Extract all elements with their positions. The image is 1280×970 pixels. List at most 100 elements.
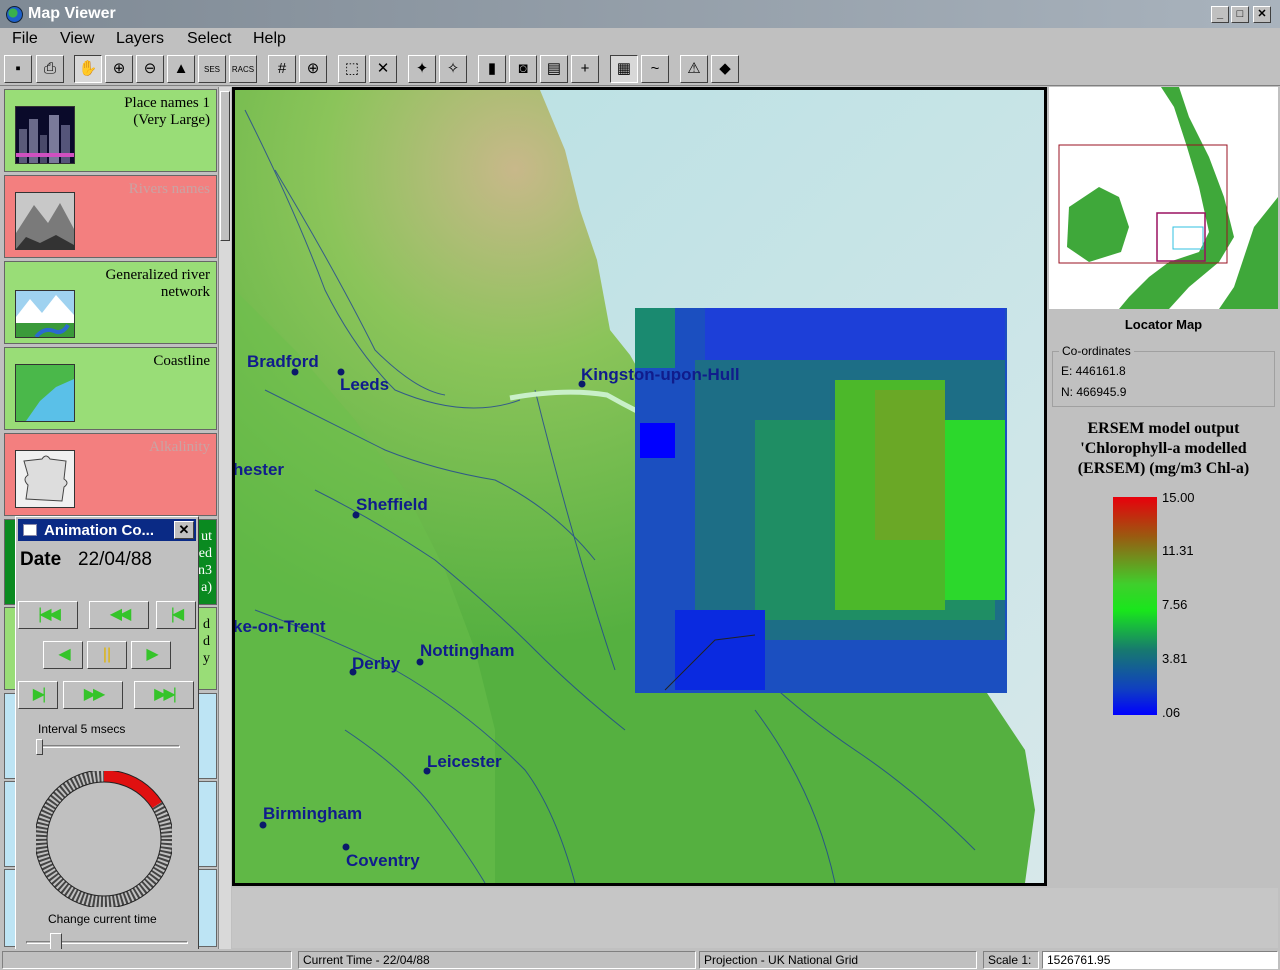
- map-canvas[interactable]: Bradford Leeds Kingston-upon-Hull hester…: [235, 90, 1044, 883]
- layer-label: ut ed n3 a): [198, 529, 212, 595]
- legend-title-line-1: ERSEM model output: [1087, 420, 1240, 437]
- layer-scrollbar[interactable]: [218, 87, 231, 949]
- menu-select[interactable]: Select: [187, 30, 231, 48]
- animation-control-window: Animation Co... ✕ Date 22/04/88 |◀◀ ◀◀ |…: [15, 516, 199, 964]
- coast-thumb: [15, 364, 75, 422]
- status-panel-empty: [2, 951, 292, 969]
- fit-view-icon[interactable]: ▲: [167, 55, 195, 83]
- locator-canvas: [1049, 87, 1278, 309]
- place-label: Derby: [352, 654, 401, 673]
- layer-coastline[interactable]: Coastline: [4, 347, 217, 430]
- status-bar: Current Time - 22/04/88 Projection - UK …: [0, 949, 1280, 970]
- step-back-button[interactable]: |◀: [156, 601, 196, 629]
- layer-label: d d y: [203, 617, 210, 666]
- warning-icon[interactable]: ⚠: [680, 55, 708, 83]
- legend-title-line-2: 'Chlorophyll-a modelled: [1080, 440, 1247, 457]
- rewind-button[interactable]: ◀◀: [89, 601, 149, 629]
- place-label: Leicester: [427, 752, 502, 771]
- legend-title: ERSEM model output 'Chlorophyll-a modell…: [1049, 419, 1278, 479]
- layer-label: Place names 1 (Very Large): [124, 95, 210, 128]
- play-button[interactable]: ▶: [131, 641, 171, 669]
- place-label: Kingston-upon-Hull: [581, 365, 740, 384]
- print-icon[interactable]: ⎙: [36, 55, 64, 83]
- menu-help[interactable]: Help: [253, 30, 286, 48]
- ses-icon[interactable]: SES: [198, 55, 226, 83]
- animation-title-bar[interactable]: Animation Co... ✕: [18, 519, 196, 541]
- zoom-out-icon[interactable]: ⊖: [136, 55, 164, 83]
- coordinates-box: Co-ordinates E: 446161.8 N: 466945.9: [1052, 344, 1275, 407]
- toolbar: ▪ ⎙ ✋ ⊕ ⊖ ▲ SES RACS # ⊕ ⬚ ✕ ✦ ✧ ▮ ◙ ▤ +…: [0, 52, 1280, 86]
- layer-alkalinity[interactable]: Alkalinity: [4, 433, 217, 516]
- place-label: Nottingham: [420, 641, 514, 660]
- menu-layers[interactable]: Layers: [116, 30, 164, 48]
- menu-view[interactable]: View: [60, 30, 94, 48]
- racs-label: RACS: [231, 65, 255, 74]
- scale-value: 11.31: [1162, 543, 1194, 558]
- river-thumb: [15, 290, 75, 339]
- scale-input[interactable]: 1526761.95: [1042, 951, 1278, 969]
- measure-icon[interactable]: +: [571, 55, 599, 83]
- place-label: hester: [235, 460, 284, 479]
- mountain-thumb: [15, 192, 75, 250]
- layer-river-network[interactable]: Generalized river network: [4, 261, 217, 344]
- place-label: ke-on-Trent: [235, 617, 326, 636]
- bar-chart-icon[interactable]: ▮: [478, 55, 506, 83]
- layer-label: Alkalinity: [149, 439, 210, 455]
- current-time-status: Current Time - 22/04/88: [298, 951, 696, 969]
- place-label: Coventry: [346, 851, 420, 870]
- zoom-in-icon[interactable]: ⊕: [105, 55, 133, 83]
- date-label: Date: [20, 549, 62, 570]
- scale-value: 7.56: [1162, 597, 1188, 612]
- scale-value: 15.00: [1162, 490, 1195, 505]
- pause-button[interactable]: ||: [87, 641, 127, 669]
- interval-slider[interactable]: [36, 739, 43, 755]
- fast-forward-button[interactable]: ▶▶: [63, 681, 123, 709]
- magic-wand-icon[interactable]: ✦: [408, 55, 436, 83]
- menu-file[interactable]: File: [12, 30, 38, 48]
- color-scale-bar: [1113, 497, 1157, 715]
- map-view[interactable]: Bradford Leeds Kingston-upon-Hull hester…: [232, 87, 1047, 886]
- interval-label: Interval 5 msecs: [38, 722, 126, 736]
- layer-label: Rivers names: [128, 181, 210, 197]
- raster-icon[interactable]: ▦: [610, 55, 638, 83]
- save-icon[interactable]: ▪: [4, 55, 32, 83]
- menu-bar: File View Layers Select Help: [0, 28, 1280, 52]
- racs-icon[interactable]: RACS: [229, 55, 257, 83]
- app-globe-icon: [6, 6, 23, 23]
- scroll-thumb[interactable]: [220, 91, 230, 241]
- northing-value: N: 466945.9: [1061, 385, 1127, 399]
- maximize-button[interactable]: □: [1231, 6, 1249, 23]
- layer-place-names[interactable]: Place names 1 (Very Large): [4, 89, 217, 172]
- eraser-icon[interactable]: ◆: [711, 55, 739, 83]
- ses-label: SES: [203, 65, 220, 74]
- layer-rivers-names[interactable]: Rivers names: [4, 175, 217, 258]
- step-forward-button[interactable]: ▶|: [18, 681, 58, 709]
- minimize-button[interactable]: _: [1211, 6, 1229, 23]
- profile-icon[interactable]: ~: [641, 55, 669, 83]
- legend-title-line-3: (ERSEM) (mg/m3 Chl-a): [1077, 460, 1250, 477]
- close-button[interactable]: ✕: [1253, 6, 1271, 23]
- city-thumb: [15, 106, 75, 164]
- globe-icon[interactable]: ⊕: [299, 55, 327, 83]
- film-icon[interactable]: ▤: [540, 55, 568, 83]
- play-back-button[interactable]: ◀: [43, 641, 83, 669]
- layer-label: Coastline: [153, 353, 210, 369]
- interval-slider-track: [36, 745, 180, 748]
- close-icon[interactable]: ✕: [174, 521, 194, 539]
- grid-icon[interactable]: #: [268, 55, 296, 83]
- map-footer-area: [232, 888, 1278, 948]
- select-icon[interactable]: ⬚: [338, 55, 366, 83]
- coordinates-legend: Co-ordinates: [1059, 344, 1134, 358]
- first-frame-button[interactable]: |◀◀: [18, 601, 78, 629]
- magic-wand-2-icon[interactable]: ✧: [439, 55, 467, 83]
- scale-value: .06: [1162, 705, 1181, 720]
- time-dial[interactable]: [36, 771, 172, 907]
- locator-map-label: Locator Map: [1124, 317, 1203, 332]
- deselect-icon[interactable]: ✕: [369, 55, 397, 83]
- camera-icon[interactable]: ◙: [509, 55, 537, 83]
- locator-map[interactable]: [1049, 87, 1278, 309]
- place-label: Bradford: [247, 352, 319, 371]
- last-frame-button[interactable]: ▶▶|: [134, 681, 194, 709]
- puzzle-thumb: [15, 450, 75, 508]
- pan-hand-icon[interactable]: ✋: [74, 55, 102, 83]
